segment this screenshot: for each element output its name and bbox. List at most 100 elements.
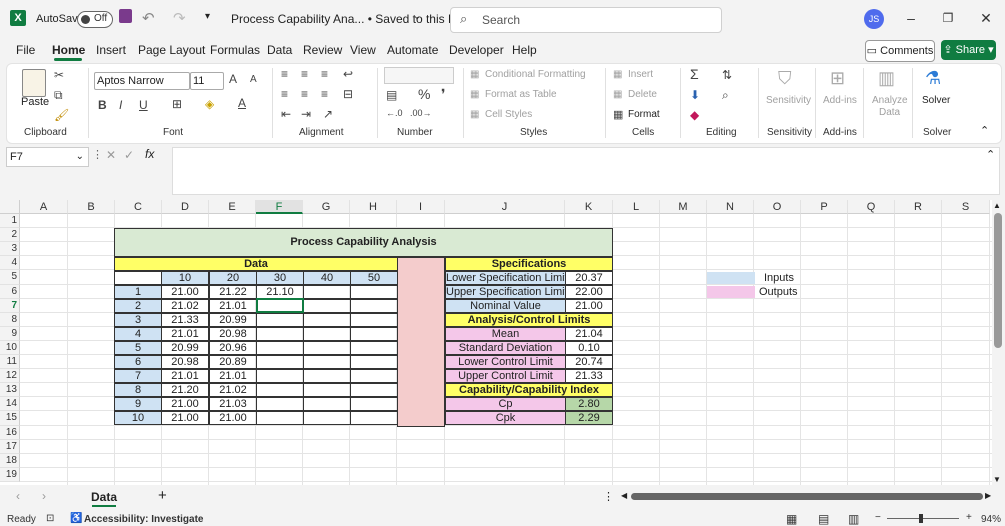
save-icon[interactable] <box>119 9 132 23</box>
row-header-6[interactable]: 6 <box>0 284 20 299</box>
data-col-header[interactable]: 40 <box>303 271 351 285</box>
align-left-icon[interactable]: ≡ <box>281 87 288 101</box>
delete-cells-button[interactable]: Delete <box>628 89 657 100</box>
next-sheet-icon[interactable]: › <box>42 489 46 503</box>
align-middle-icon[interactable]: ≡ <box>301 67 308 81</box>
sample-id[interactable]: 1 <box>114 285 162 299</box>
data-cell[interactable]: 21.01 <box>209 299 257 313</box>
menu-data[interactable]: Data <box>267 43 292 57</box>
decrease-decimal-icon[interactable]: .00→ <box>410 108 432 118</box>
redo-icon[interactable]: ↷ <box>173 9 186 27</box>
sensitivity-button[interactable]: Sensitivity <box>766 95 811 106</box>
name-box-chevron-icon[interactable]: ⌄ <box>76 148 84 166</box>
column-header-a[interactable]: A <box>20 200 68 214</box>
zoom-level[interactable]: 94% <box>981 514 1001 525</box>
row-header-16[interactable]: 16 <box>0 425 20 440</box>
cp-label[interactable]: Cp <box>445 397 566 411</box>
data-cell[interactable] <box>303 327 351 341</box>
cpk-label[interactable]: Cpk <box>445 411 566 425</box>
column-header-c[interactable]: C <box>115 200 162 214</box>
sample-id[interactable]: 8 <box>114 383 162 397</box>
sd-label[interactable]: Standard Deviation <box>445 341 566 355</box>
insert-function-icon[interactable]: fx <box>145 147 154 161</box>
row-header-18[interactable]: 18 <box>0 453 20 468</box>
data-cell[interactable]: 21.00 <box>209 411 257 425</box>
fill-icon[interactable]: ⬇ <box>690 88 700 102</box>
zoom-in-icon[interactable]: + <box>966 512 972 523</box>
formula-collapse-icon[interactable]: ⌃ <box>986 148 995 161</box>
column-header-m[interactable]: M <box>660 200 707 214</box>
sample-id[interactable]: 6 <box>114 355 162 369</box>
data-cell[interactable]: 20.96 <box>209 341 257 355</box>
sample-id[interactable]: 3 <box>114 313 162 327</box>
row-header-4[interactable]: 4 <box>0 256 20 271</box>
insert-cells-button[interactable]: Insert <box>628 69 653 80</box>
solver-icon[interactable]: ⚗ <box>925 68 941 89</box>
row-header-7[interactable]: 7 <box>0 298 20 313</box>
restore-icon[interactable]: ❐ <box>940 10 956 26</box>
accessibility-icon[interactable]: ♿ <box>70 513 82 524</box>
data-cell[interactable] <box>303 411 351 425</box>
menu-review[interactable]: Review <box>303 43 342 57</box>
sheet-title[interactable]: Process Capability Analysis <box>114 228 613 257</box>
cell-styles-button[interactable]: Cell Styles <box>485 109 532 120</box>
column-header-p[interactable]: P <box>801 200 848 214</box>
data-cell[interactable] <box>350 369 398 383</box>
align-bottom-icon[interactable]: ≡ <box>321 67 328 81</box>
lcl-label[interactable]: Lower Control Limit <box>445 355 566 369</box>
percent-style-icon[interactable]: % <box>418 86 430 102</box>
menu-insert[interactable]: Insert <box>96 43 126 57</box>
data-cell[interactable] <box>350 299 398 313</box>
sample-id[interactable]: 9 <box>114 397 162 411</box>
find-select-icon[interactable]: ⌕ <box>722 88 729 103</box>
menu-developer[interactable]: Developer <box>449 43 504 57</box>
column-header-b[interactable]: B <box>68 200 115 214</box>
tab-split-icon[interactable]: ⋮ <box>603 490 614 503</box>
data-cell[interactable]: 21.01 <box>161 327 209 341</box>
sensitivity-icon[interactable]: ⛉ <box>778 68 792 89</box>
menu-home[interactable]: Home <box>52 43 85 57</box>
horizontal-scrollbar[interactable] <box>631 493 983 500</box>
nominal-label[interactable]: Nominal Value <box>445 299 566 313</box>
addins-button[interactable]: Add-ins <box>823 95 857 106</box>
column-header-k[interactable]: K <box>565 200 613 214</box>
select-all-corner[interactable] <box>0 200 20 214</box>
accounting-format-icon[interactable]: ▤ <box>386 88 397 102</box>
cancel-edit-icon[interactable]: ✕ <box>106 148 116 162</box>
legend-outputs-label[interactable]: Outputs <box>759 286 798 298</box>
lsl-label[interactable]: Lower Specification Limit <box>445 271 566 285</box>
menu-help[interactable]: Help <box>512 43 537 57</box>
align-right-icon[interactable]: ≡ <box>321 87 328 101</box>
confirm-edit-icon[interactable]: ✓ <box>124 148 134 162</box>
row-header-9[interactable]: 9 <box>0 326 20 341</box>
prev-sheet-icon[interactable]: ‹ <box>16 489 20 503</box>
font-name-select[interactable]: Aptos Narrow <box>94 72 190 90</box>
zoom-out-icon[interactable]: − <box>875 512 881 523</box>
data-cell[interactable]: 21.03 <box>209 397 257 411</box>
zoom-slider[interactable] <box>887 518 959 519</box>
format-as-table-button[interactable]: Format as Table <box>485 89 557 100</box>
zoom-slider-thumb[interactable] <box>919 514 923 523</box>
menu-page-layout[interactable]: Page Layout <box>138 43 205 57</box>
mean-label[interactable]: Mean <box>445 327 566 341</box>
data-cell[interactable]: 21.20 <box>161 383 209 397</box>
data-cell[interactable] <box>350 355 398 369</box>
row-header-12[interactable]: 12 <box>0 369 20 384</box>
usl-label[interactable]: Upper Specification Limit <box>445 285 566 299</box>
undo-icon[interactable]: ↶ <box>142 9 155 27</box>
number-format-select[interactable] <box>384 67 454 84</box>
column-header-s[interactable]: S <box>942 200 990 214</box>
add-sheet-button[interactable]: + <box>158 487 167 504</box>
data-cell[interactable] <box>350 397 398 411</box>
column-header-l[interactable]: L <box>613 200 660 214</box>
customize-toolbar-icon[interactable]: ▾ <box>205 11 210 22</box>
cap-header[interactable]: Capability/Capability Index <box>445 383 613 397</box>
search-box[interactable]: ⌕ Search <box>450 7 722 33</box>
column-header-h[interactable]: H <box>350 200 397 214</box>
solver-button[interactable]: Solver <box>922 95 950 106</box>
column-header-g[interactable]: G <box>303 200 350 214</box>
analyze-data-button-line2[interactable]: Data <box>879 107 900 118</box>
format-as-table-icon[interactable]: ▦ <box>470 89 479 100</box>
row-header-19[interactable]: 19 <box>0 467 20 482</box>
data-cell[interactable] <box>256 355 304 369</box>
